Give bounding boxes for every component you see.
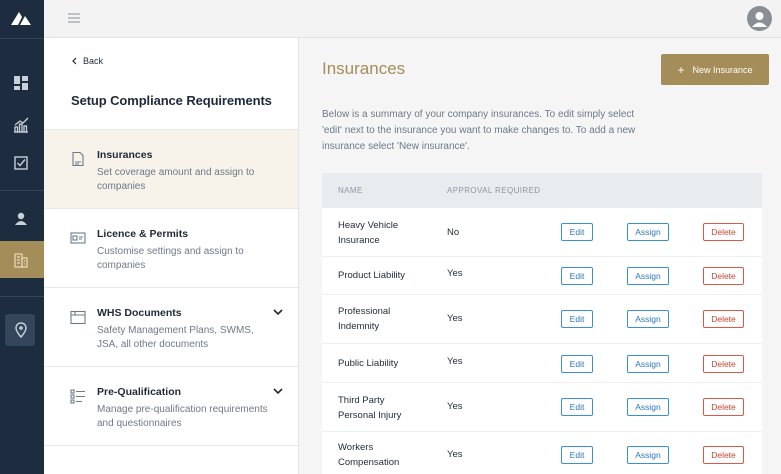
id-card-icon <box>70 232 86 244</box>
insurance-name: Professional Indemnity <box>338 306 391 332</box>
delete-button[interactable]: Delete <box>703 398 744 416</box>
delete-button[interactable]: Delete <box>703 310 744 328</box>
edit-button[interactable]: Edit <box>561 267 593 285</box>
hamburger-icon[interactable] <box>68 12 80 24</box>
assign-button[interactable]: Assign <box>627 310 669 328</box>
assign-button[interactable]: Assign <box>627 446 669 464</box>
column-header-name: NAME <box>338 186 363 195</box>
edit-button[interactable]: Edit <box>561 398 593 416</box>
document-icon <box>72 151 84 167</box>
folder-icon <box>70 310 86 325</box>
delete-button[interactable]: Delete <box>703 223 744 241</box>
table-row: Workers Compensation Yes Edit Assign Del… <box>322 432 762 474</box>
edit-button[interactable]: Edit <box>561 446 593 464</box>
menu-item-desc: Set coverage amount and assign to compan… <box>97 167 255 192</box>
table-header: NAME APPROVAL REQUIRED <box>322 173 762 208</box>
menu-item-insurances[interactable]: Insurances Set coverage amount and assig… <box>44 130 298 209</box>
chart-icon[interactable] <box>9 113 33 137</box>
chevron-down-icon[interactable] <box>272 307 284 317</box>
intro-text: Below is a summary of your company insur… <box>322 109 636 152</box>
settings-panel: Back Setup Compliance Requirements Insur… <box>44 38 299 474</box>
plus-icon: + <box>677 62 685 77</box>
assign-button[interactable]: Assign <box>627 267 669 285</box>
chevron-left-icon <box>72 57 77 65</box>
menu-item-pre-qualification[interactable]: Pre-Qualification Manage pre-qualificati… <box>44 367 298 446</box>
insurance-name: Product Liability <box>338 270 406 281</box>
table-row: Product Liability Yes Edit Assign Delete <box>322 257 762 295</box>
logo-icon[interactable] <box>9 9 33 27</box>
delete-button[interactable]: Delete <box>703 446 744 464</box>
approval-value: Yes <box>447 268 463 279</box>
insurances-table: NAME APPROVAL REQUIRED Heavy Vehicle Ins… <box>322 173 762 474</box>
new-insurance-button[interactable]: + New Insurance <box>661 54 769 85</box>
approval-value: Yes <box>447 401 463 412</box>
assign-button[interactable]: Assign <box>627 398 669 416</box>
menu-item-licence-permits[interactable]: Licence & Permits Customise settings and… <box>44 209 298 288</box>
edit-button[interactable]: Edit <box>561 223 593 241</box>
insurance-name: Workers Compensation <box>338 442 400 468</box>
rail-divider <box>0 296 44 297</box>
insurance-name: Public Liability <box>338 358 399 369</box>
building-icon[interactable] <box>9 248 33 272</box>
checkbox-icon[interactable] <box>9 151 33 175</box>
menu-item-desc: Manage pre-qualification requirements an… <box>97 404 268 429</box>
main-content: Insurances + New Insurance Below is a su… <box>299 38 781 474</box>
table-row: Third Party Personal Injury Yes Edit Ass… <box>322 383 762 432</box>
table-row: Heavy Vehicle Insurance No Edit Assign D… <box>322 208 762 257</box>
edit-button[interactable]: Edit <box>561 310 593 328</box>
page-title: Insurances <box>322 59 406 78</box>
chevron-down-icon[interactable] <box>272 386 284 396</box>
dashboard-icon[interactable] <box>9 71 33 95</box>
table-row: Public Liability Yes Edit Assign Delete <box>322 344 762 383</box>
menu-item-title: Licence & Permits <box>97 228 189 240</box>
menu-item-title: WHS Documents <box>97 307 182 319</box>
assign-button[interactable]: Assign <box>627 355 669 373</box>
menu-item-title: Pre-Qualification <box>97 386 182 398</box>
approval-value: Yes <box>447 449 463 460</box>
menu-item-desc: Customise settings and assign to compani… <box>97 246 244 271</box>
back-label: Back <box>83 56 104 66</box>
rail-divider <box>0 38 44 39</box>
delete-button[interactable]: Delete <box>703 355 744 373</box>
table-row: Professional Indemnity Yes Edit Assign D… <box>322 295 762 344</box>
settings-menu: Insurances Set coverage amount and assig… <box>44 129 298 446</box>
user-icon[interactable] <box>9 207 33 231</box>
approval-value: Yes <box>447 313 463 324</box>
menu-item-whs-documents[interactable]: WHS Documents Safety Management Plans, S… <box>44 288 298 367</box>
approval-value: Yes <box>447 356 463 367</box>
top-bar <box>44 0 781 38</box>
user-avatar-icon[interactable] <box>747 6 772 31</box>
menu-item-title: Insurances <box>97 149 153 161</box>
insurance-name: Third Party Personal Injury <box>338 395 402 421</box>
delete-button[interactable]: Delete <box>703 267 744 285</box>
rail-divider <box>0 190 44 191</box>
insurance-name: Heavy Vehicle Insurance <box>338 220 399 246</box>
menu-item-desc: Safety Management Plans, SWMS, JSA, all … <box>97 325 254 350</box>
assign-button[interactable]: Assign <box>627 223 669 241</box>
column-header-approval: APPROVAL REQUIRED <box>447 186 541 195</box>
back-link[interactable]: Back <box>71 56 103 66</box>
approval-value: No <box>447 227 460 238</box>
new-insurance-label: New Insurance <box>692 64 753 75</box>
map-pin-icon[interactable] <box>9 318 33 342</box>
panel-title: Setup Compliance Requirements <box>71 93 272 108</box>
edit-button[interactable]: Edit <box>561 355 593 373</box>
nav-rail <box>0 0 44 474</box>
checklist-icon <box>70 389 85 404</box>
